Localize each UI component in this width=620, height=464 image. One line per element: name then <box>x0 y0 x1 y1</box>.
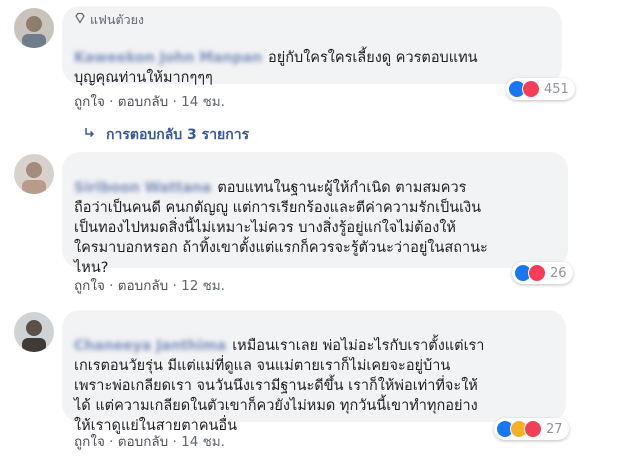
diamond-icon <box>74 12 86 28</box>
comment-bubble: Siriboon Wattana ตอบแทนในฐานะผู้ให้กำเนิด… <box>62 152 568 276</box>
timestamp[interactable]: 14 ชม. <box>181 434 225 450</box>
comment-bubble: แฟนตัวยง Kaweekon John Manpan อยู่กับใครใ… <box>62 6 562 86</box>
view-replies-link[interactable]: การตอบกลับ 3 รายการ <box>84 124 249 146</box>
timestamp[interactable]: 12 ชม. <box>181 278 225 294</box>
avatar[interactable] <box>14 8 54 48</box>
like-link[interactable]: ถูกใจ <box>74 434 105 450</box>
reply-link[interactable]: ตอบกลับ <box>118 434 168 450</box>
reply-link[interactable]: ตอบกลับ <box>118 94 168 110</box>
comment-author[interactable]: Siriboon Wattana <box>74 178 211 198</box>
avatar[interactable] <box>14 154 54 194</box>
reaction-summary[interactable]: 451 <box>506 78 575 100</box>
reply-link[interactable]: ตอบกลับ <box>118 278 168 294</box>
like-link[interactable]: ถูกใจ <box>74 94 105 110</box>
comment-bubble: Chaneeya Janthima เหมือนเราเลย พ่อไม่อะไร… <box>62 310 566 434</box>
comment-actions: ถูกใจ · ตอบกลับ · 14 ชม. <box>74 94 225 110</box>
comment-author[interactable]: Kaweekon John Manpan <box>74 48 262 68</box>
like-link[interactable]: ถูกใจ <box>74 278 105 294</box>
love-icon <box>528 264 546 282</box>
love-icon <box>524 420 542 438</box>
comments-section: แฟนตัวยง Kaweekon John Manpan อยู่กับใครใ… <box>0 0 620 464</box>
love-icon <box>522 80 540 98</box>
comment-actions: ถูกใจ · ตอบกลับ · 14 ชม. <box>74 434 225 450</box>
reaction-summary[interactable]: 26 <box>512 262 573 284</box>
top-fan-badge: แฟนตัวยง <box>74 12 550 28</box>
timestamp[interactable]: 14 ชม. <box>181 94 225 110</box>
comment-actions: ถูกใจ · ตอบกลับ · 12 ชม. <box>74 278 225 294</box>
reaction-summary[interactable]: 27 <box>494 418 569 440</box>
avatar[interactable] <box>14 312 54 352</box>
reply-arrow-icon <box>84 127 96 143</box>
comment-author[interactable]: Chaneeya Janthima <box>74 336 226 356</box>
